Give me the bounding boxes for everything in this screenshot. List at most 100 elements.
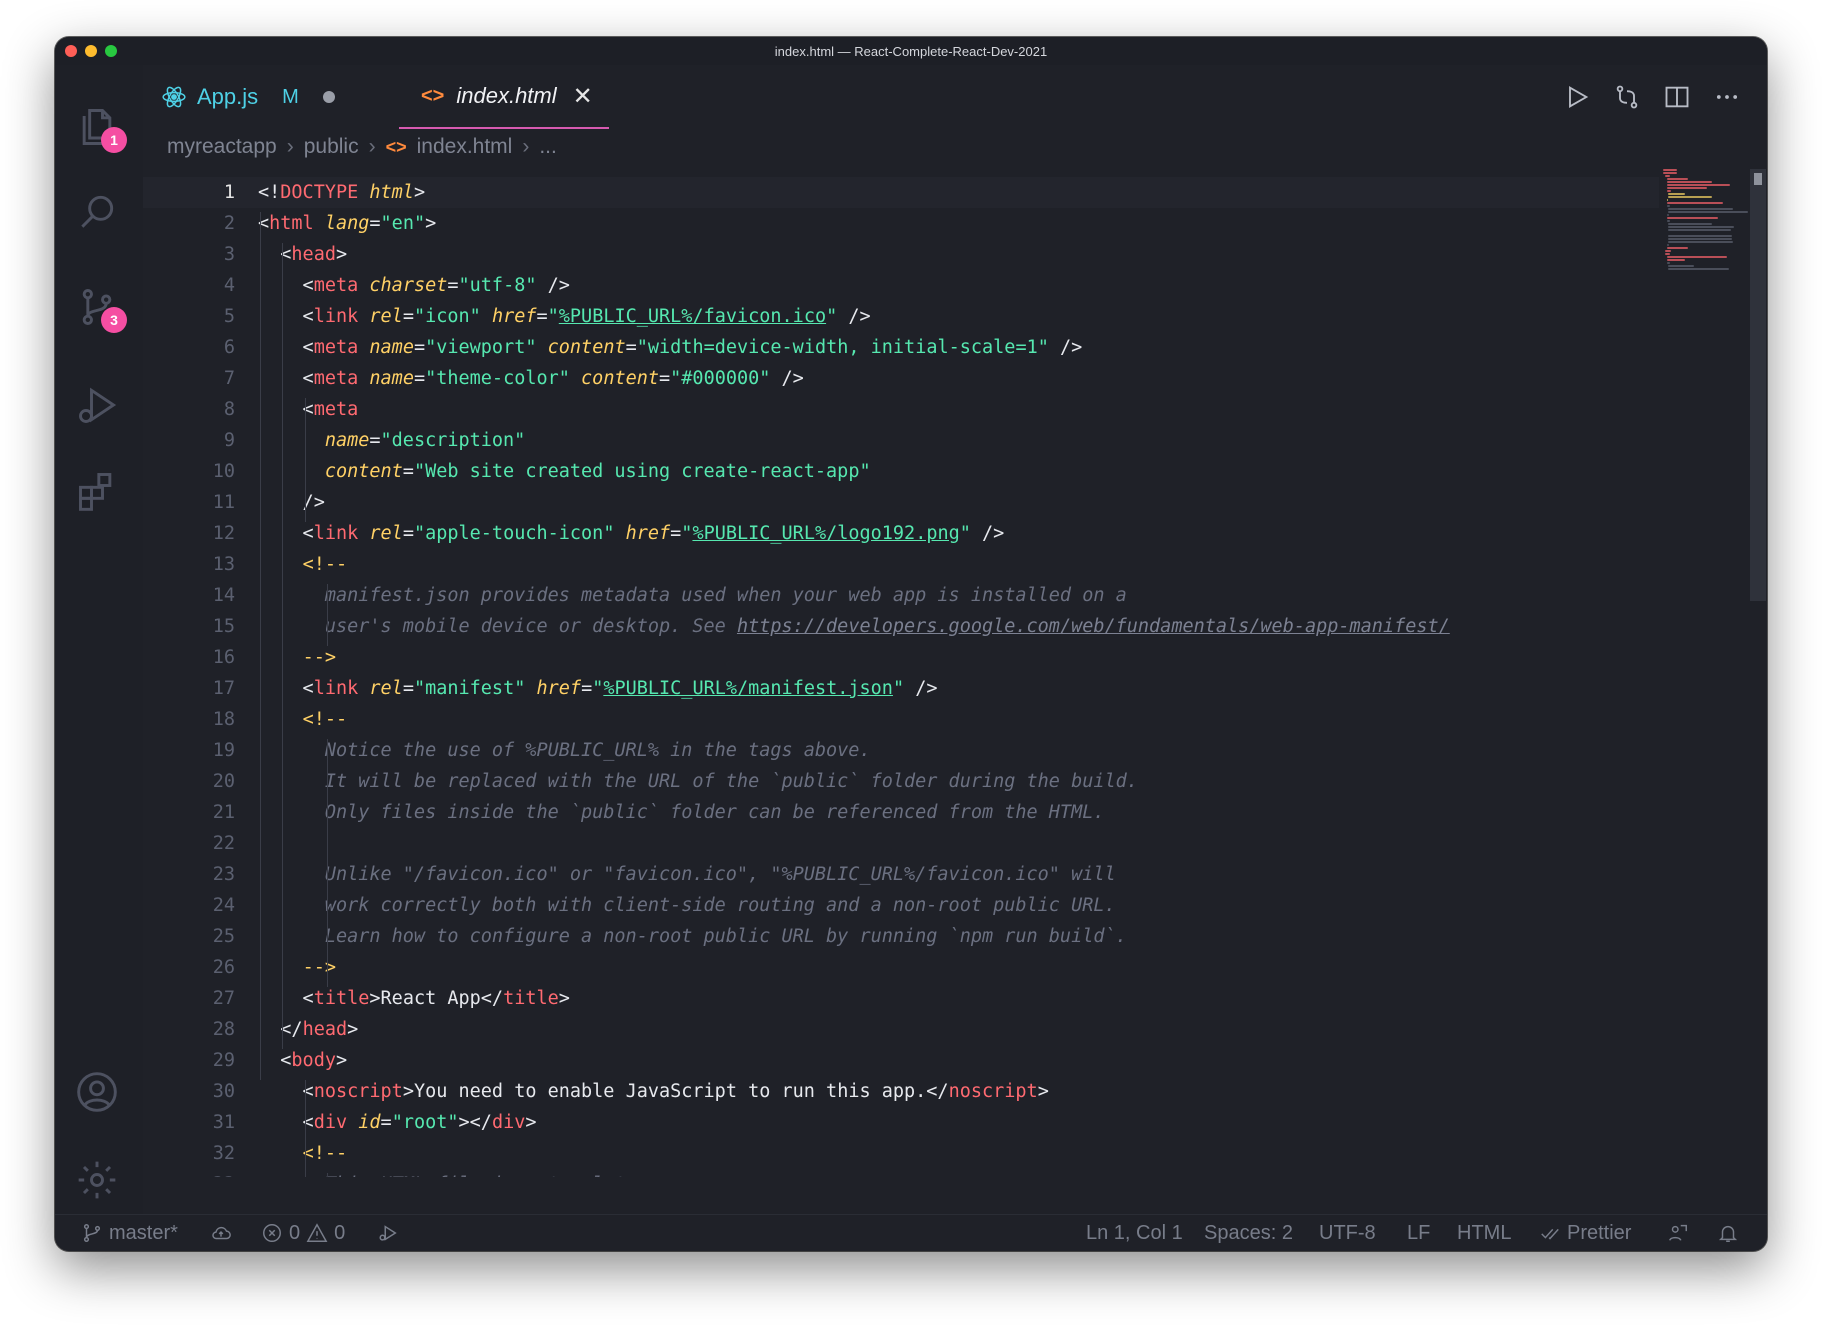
code-text: <body> [258, 1050, 348, 1071]
code-line[interactable]: 6 <meta name="viewport" content="width=d… [143, 332, 1659, 363]
code-line[interactable]: 15 user's mobile device or desktop. See … [143, 611, 1659, 642]
tab-index-html[interactable]: <> index.html ✕ [399, 65, 609, 129]
tab-app-js[interactable]: App.js M [143, 65, 399, 129]
scrollbar-thumb[interactable] [1750, 169, 1766, 601]
vertical-scrollbar[interactable] [1749, 169, 1767, 1177]
run-debug-icon [379, 1225, 397, 1241]
breadcrumb-item[interactable]: myreactapp [167, 135, 277, 159]
code-line[interactable]: 17 <link rel="manifest" href="%PUBLIC_UR… [143, 673, 1659, 704]
live-share-button[interactable] [377, 1215, 399, 1251]
activity-bar: 1 3 [55, 65, 143, 1215]
breadcrumb: myreactapp › public › <> index.html › ..… [167, 133, 557, 161]
line-number: 20 [212, 771, 235, 792]
editor-actions [1563, 65, 1741, 129]
maximize-window-button[interactable] [105, 45, 117, 57]
code-text: <meta name="theme-color" content="#00000… [258, 368, 804, 389]
language-mode[interactable]: HTML [1457, 1215, 1511, 1251]
code-text: <head> [258, 244, 348, 265]
cursor-position[interactable]: Ln 1, Col 1 [1086, 1215, 1183, 1251]
code-line[interactable]: 19 Notice the use of %PUBLIC_URL% in the… [143, 735, 1659, 766]
bell-icon [1718, 1225, 1738, 1242]
code-line[interactable]: 14 manifest.json provides metadata used … [143, 580, 1659, 611]
minimap[interactable] [1663, 169, 1749, 279]
breadcrumb-item[interactable]: ... [539, 135, 557, 159]
extensions-button[interactable] [75, 469, 123, 517]
minimap-line [1666, 259, 1686, 261]
code-line[interactable]: 7 <meta name="theme-color" content="#000… [143, 363, 1659, 394]
code-text: <!-- [302, 1143, 348, 1164]
problems-indicator[interactable]: 0 0 [261, 1215, 345, 1251]
code-line[interactable]: 32 <!-- [143, 1138, 1659, 1169]
minimap-line [1668, 208, 1734, 210]
code-line[interactable]: 18 <!-- [143, 704, 1659, 735]
indentation-text: Spaces: 2 [1204, 1221, 1293, 1244]
code-line[interactable]: 8 <meta [143, 394, 1659, 425]
window-title: index.html — React-Complete-React-Dev-20… [774, 43, 1048, 59]
unsaved-dot-icon [322, 91, 335, 103]
line-number: 27 [212, 988, 235, 1009]
close-tab-icon[interactable]: ✕ [573, 82, 593, 111]
explorer-button[interactable]: 1 [75, 105, 127, 153]
code-line[interactable]: 3 <head> [143, 239, 1659, 270]
minimize-window-button[interactable] [85, 45, 97, 57]
code-line[interactable]: 25 Learn how to configure a non-root pub… [143, 921, 1659, 952]
prettier-status[interactable]: Prettier [1539, 1215, 1631, 1251]
encoding[interactable]: UTF-8 [1319, 1215, 1376, 1251]
code-line[interactable]: 5 <link rel="icon" href="%PUBLIC_URL%/fa… [143, 301, 1659, 332]
close-window-button[interactable] [65, 45, 77, 57]
code-line[interactable]: 12 <link rel="apple-touch-icon" href="%P… [143, 518, 1659, 549]
chevron-right-icon: › [522, 135, 530, 158]
code-line[interactable]: 28 </head> [143, 1014, 1659, 1045]
feedback-button[interactable] [1667, 1215, 1689, 1251]
code-line[interactable]: 13 <!-- [143, 549, 1659, 580]
code-line[interactable]: 22 [143, 828, 1659, 859]
code-line[interactable]: 33 This HTML file is a template. [143, 1169, 1659, 1177]
minimap-line [1663, 169, 1677, 171]
code-line[interactable]: 27 <title>React App</title> [143, 983, 1659, 1014]
line-number: 29 [212, 1050, 235, 1071]
settings-button[interactable] [75, 1158, 123, 1206]
check-double-icon [1541, 1228, 1559, 1240]
source-control-button[interactable]: 3 [75, 285, 127, 333]
more-actions-icon[interactable] [1713, 83, 1741, 111]
compare-changes-icon[interactable] [1613, 83, 1641, 111]
code-text: <link rel="icon" href="%PUBLIC_URL%/favi… [258, 306, 871, 327]
code-line[interactable]: 16 --> [143, 642, 1659, 673]
minimap-line [1666, 214, 1670, 216]
search-button[interactable] [75, 190, 123, 238]
minimap-line [1666, 262, 1671, 264]
line-number: 10 [212, 461, 235, 482]
react-icon [162, 86, 186, 108]
code-text: content="Web site created using create-r… [324, 461, 871, 482]
run-icon[interactable] [1563, 83, 1591, 111]
explorer-badge: 1 [101, 127, 127, 153]
notifications-button[interactable] [1717, 1215, 1739, 1251]
run-debug-button[interactable] [75, 383, 123, 431]
code-line[interactable]: 29 <body> [143, 1045, 1659, 1076]
code-line[interactable]: 21 Only files inside the `public` folder… [143, 797, 1659, 828]
indentation[interactable]: Spaces: 2 [1204, 1215, 1293, 1251]
code-line[interactable]: 20 It will be replaced with the URL of t… [143, 766, 1659, 797]
code-line[interactable]: 10 content="Web site created using creat… [143, 456, 1659, 487]
breadcrumb-item[interactable]: index.html [417, 135, 513, 159]
branch-indicator[interactable]: master* [81, 1215, 178, 1251]
code-text: manifest.json provides metadata used whe… [324, 585, 1127, 606]
code-line[interactable]: 23 Unlike "/favicon.ico" or "favicon.ico… [143, 859, 1659, 890]
status-bar: master* 0 0 Ln 1, Col 1 Spaces: 2 UTF-8 … [55, 1214, 1767, 1251]
split-editor-icon[interactable] [1663, 83, 1691, 111]
code-line[interactable]: 11 /> [143, 487, 1659, 518]
code-line[interactable]: 31 <div id="root"></div> [143, 1107, 1659, 1138]
code-line[interactable]: 30 <noscript>You need to enable JavaScri… [143, 1076, 1659, 1107]
code-line[interactable]: 4 <meta charset="utf-8" /> [143, 270, 1659, 301]
minimap-line [1668, 193, 1685, 195]
code-editor[interactable]: 1 <!DOCTYPE html> 2 <html lang="en"> 3 <head… [143, 169, 1659, 1177]
code-line[interactable]: 2 <html lang="en"> [143, 208, 1659, 239]
code-line[interactable]: 24 work correctly both with client-side … [143, 890, 1659, 921]
code-line[interactable]: 26 --> [143, 952, 1659, 983]
code-line[interactable]: 1 <!DOCTYPE html> [143, 177, 1659, 208]
accounts-button[interactable] [75, 1070, 123, 1118]
line-ending[interactable]: LF [1407, 1215, 1430, 1251]
code-line[interactable]: 9 name="description" [143, 425, 1659, 456]
sync-button[interactable] [210, 1215, 232, 1251]
breadcrumb-item[interactable]: public [304, 135, 359, 159]
